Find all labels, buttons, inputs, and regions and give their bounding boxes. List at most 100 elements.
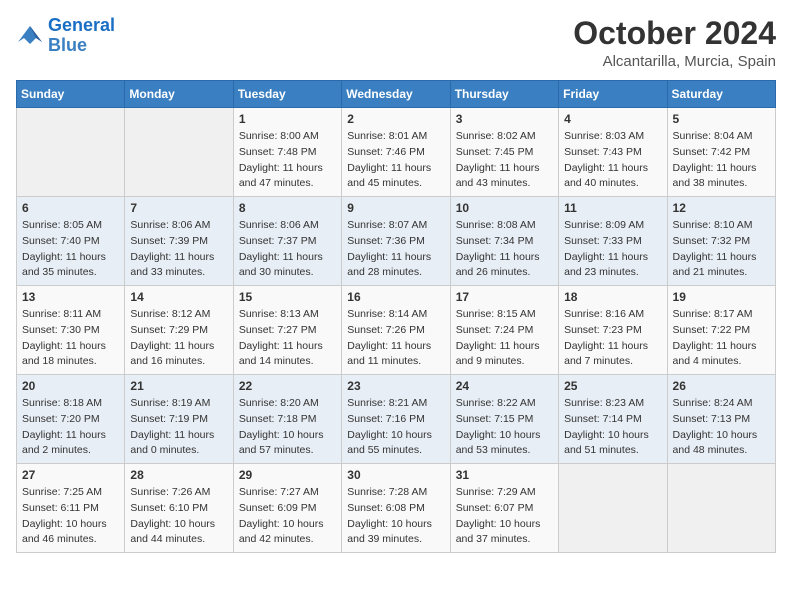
calendar-cell: 30Sunrise: 7:28 AMSunset: 6:08 PMDayligh… <box>342 464 450 553</box>
day-number: 6 <box>22 201 119 215</box>
day-number: 1 <box>239 112 336 126</box>
weekday-header: Wednesday <box>342 81 450 108</box>
calendar: SundayMondayTuesdayWednesdayThursdayFrid… <box>16 80 776 553</box>
weekday-header: Monday <box>125 81 233 108</box>
calendar-cell: 15 Sunrise: 8:13 AMSunset: 7:27 PMDayligh… <box>233 286 341 375</box>
day-number: 14 <box>130 290 227 304</box>
calendar-week-row: 13 Sunrise: 8:11 AMSunset: 7:30 PMDayligh… <box>17 286 776 375</box>
day-number: 8 <box>239 201 336 215</box>
calendar-week-row: 6Sunrise: 8:05 AMSunset: 7:40 PMDaylight… <box>17 197 776 286</box>
calendar-cell: 4 Sunrise: 8:03 AMSunset: 7:43 PMDaylight… <box>559 108 667 197</box>
day-number: 19 <box>673 290 770 304</box>
day-number: 16 <box>347 290 444 304</box>
day-info: Sunrise: 8:24 AMSunset: 7:13 PMDaylight:… <box>673 396 770 459</box>
calendar-week-row: 1 Sunrise: 8:00 AMSunset: 7:48 PMDaylight… <box>17 108 776 197</box>
calendar-cell: 16 Sunrise: 8:14 AMSunset: 7:26 PMDayligh… <box>342 286 450 375</box>
day-info: Sunrise: 8:15 AMSunset: 7:24 PMDaylight:… <box>456 307 553 370</box>
day-info: Sunrise: 8:00 AMSunset: 7:48 PMDaylight:… <box>239 129 336 192</box>
calendar-cell: 23 Sunrise: 8:21 AMSunset: 7:16 PMDayligh… <box>342 375 450 464</box>
calendar-cell: 21Sunrise: 8:19 AMSunset: 7:19 PMDayligh… <box>125 375 233 464</box>
calendar-cell: 9 Sunrise: 8:07 AMSunset: 7:36 PMDaylight… <box>342 197 450 286</box>
weekday-header: Saturday <box>667 81 775 108</box>
day-info: Sunrise: 8:12 AMSunset: 7:29 PMDaylight:… <box>130 307 227 370</box>
day-info: Sunrise: 8:22 AMSunset: 7:15 PMDaylight:… <box>456 396 553 459</box>
calendar-cell: 19 Sunrise: 8:17 AMSunset: 7:22 PMDayligh… <box>667 286 775 375</box>
day-number: 20 <box>22 379 119 393</box>
calendar-cell: 25 Sunrise: 8:23 AMSunset: 7:14 PMDayligh… <box>559 375 667 464</box>
day-number: 21 <box>130 379 227 393</box>
day-number: 31 <box>456 468 553 482</box>
calendar-cell: 2 Sunrise: 8:01 AMSunset: 7:46 PMDaylight… <box>342 108 450 197</box>
calendar-cell: 20Sunrise: 8:18 AMSunset: 7:20 PMDayligh… <box>17 375 125 464</box>
calendar-cell: 7Sunrise: 8:06 AMSunset: 7:39 PMDaylight… <box>125 197 233 286</box>
day-number: 3 <box>456 112 553 126</box>
calendar-cell: 22 Sunrise: 8:20 AMSunset: 7:18 PMDayligh… <box>233 375 341 464</box>
day-info: Sunrise: 8:09 AMSunset: 7:33 PMDaylight:… <box>564 218 661 281</box>
day-info: Sunrise: 8:04 AMSunset: 7:42 PMDaylight:… <box>673 129 770 192</box>
day-number: 4 <box>564 112 661 126</box>
day-info: Sunrise: 8:01 AMSunset: 7:46 PMDaylight:… <box>347 129 444 192</box>
day-info: Sunrise: 8:08 AMSunset: 7:34 PMDaylight:… <box>456 218 553 281</box>
month-title: October 2024 <box>573 16 776 51</box>
calendar-cell: 17 Sunrise: 8:15 AMSunset: 7:24 PMDayligh… <box>450 286 558 375</box>
day-number: 9 <box>347 201 444 215</box>
day-info: Sunrise: 8:14 AMSunset: 7:26 PMDaylight:… <box>347 307 444 370</box>
calendar-cell <box>17 108 125 197</box>
day-info: Sunrise: 8:20 AMSunset: 7:18 PMDaylight:… <box>239 396 336 459</box>
day-number: 13 <box>22 290 119 304</box>
calendar-cell: 3 Sunrise: 8:02 AMSunset: 7:45 PMDaylight… <box>450 108 558 197</box>
day-info: Sunrise: 8:06 AMSunset: 7:37 PMDaylight:… <box>239 218 336 281</box>
day-number: 11 <box>564 201 661 215</box>
day-number: 29 <box>239 468 336 482</box>
day-info: Sunrise: 7:29 AMSunset: 6:07 PMDaylight:… <box>456 485 553 548</box>
day-info: Sunrise: 8:16 AMSunset: 7:23 PMDaylight:… <box>564 307 661 370</box>
day-info: Sunrise: 8:10 AMSunset: 7:32 PMDaylight:… <box>673 218 770 281</box>
day-info: Sunrise: 8:06 AMSunset: 7:39 PMDaylight:… <box>130 218 227 281</box>
title-block: October 2024 Alcantarilla, Murcia, Spain <box>573 16 776 70</box>
calendar-cell: 12 Sunrise: 8:10 AMSunset: 7:32 PMDayligh… <box>667 197 775 286</box>
calendar-cell: 14 Sunrise: 8:12 AMSunset: 7:29 PMDayligh… <box>125 286 233 375</box>
weekday-header-row: SundayMondayTuesdayWednesdayThursdayFrid… <box>17 81 776 108</box>
calendar-cell: 31 Sunrise: 7:29 AMSunset: 6:07 PMDayligh… <box>450 464 558 553</box>
logo-icon <box>16 22 44 50</box>
day-info: Sunrise: 8:13 AMSunset: 7:27 PMDaylight:… <box>239 307 336 370</box>
day-info: Sunrise: 8:03 AMSunset: 7:43 PMDaylight:… <box>564 129 661 192</box>
day-info: Sunrise: 7:27 AMSunset: 6:09 PMDaylight:… <box>239 485 336 548</box>
calendar-cell: 27Sunrise: 7:25 AMSunset: 6:11 PMDayligh… <box>17 464 125 553</box>
location: Alcantarilla, Murcia, Spain <box>573 53 776 70</box>
calendar-cell <box>559 464 667 553</box>
calendar-cell <box>667 464 775 553</box>
day-info: Sunrise: 7:25 AMSunset: 6:11 PMDaylight:… <box>22 485 119 548</box>
day-info: Sunrise: 7:28 AMSunset: 6:08 PMDaylight:… <box>347 485 444 548</box>
calendar-week-row: 20Sunrise: 8:18 AMSunset: 7:20 PMDayligh… <box>17 375 776 464</box>
calendar-cell: 29 Sunrise: 7:27 AMSunset: 6:09 PMDayligh… <box>233 464 341 553</box>
day-number: 22 <box>239 379 336 393</box>
day-number: 2 <box>347 112 444 126</box>
day-number: 23 <box>347 379 444 393</box>
day-number: 25 <box>564 379 661 393</box>
day-info: Sunrise: 8:11 AMSunset: 7:30 PMDaylight:… <box>22 307 119 370</box>
calendar-cell: 26 Sunrise: 8:24 AMSunset: 7:13 PMDayligh… <box>667 375 775 464</box>
day-number: 17 <box>456 290 553 304</box>
day-info: Sunrise: 8:02 AMSunset: 7:45 PMDaylight:… <box>456 129 553 192</box>
day-info: Sunrise: 8:07 AMSunset: 7:36 PMDaylight:… <box>347 218 444 281</box>
day-info: Sunrise: 8:23 AMSunset: 7:14 PMDaylight:… <box>564 396 661 459</box>
calendar-cell: 6Sunrise: 8:05 AMSunset: 7:40 PMDaylight… <box>17 197 125 286</box>
logo: General Blue <box>16 16 115 56</box>
calendar-cell: 18 Sunrise: 8:16 AMSunset: 7:23 PMDayligh… <box>559 286 667 375</box>
page-header: General Blue October 2024 Alcantarilla, … <box>16 16 776 70</box>
calendar-cell <box>125 108 233 197</box>
calendar-cell: 24 Sunrise: 8:22 AMSunset: 7:15 PMDayligh… <box>450 375 558 464</box>
day-info: Sunrise: 8:17 AMSunset: 7:22 PMDaylight:… <box>673 307 770 370</box>
day-number: 24 <box>456 379 553 393</box>
calendar-cell: 28Sunrise: 7:26 AMSunset: 6:10 PMDayligh… <box>125 464 233 553</box>
weekday-header: Tuesday <box>233 81 341 108</box>
day-number: 26 <box>673 379 770 393</box>
day-number: 10 <box>456 201 553 215</box>
calendar-week-row: 27Sunrise: 7:25 AMSunset: 6:11 PMDayligh… <box>17 464 776 553</box>
logo-blue: Blue <box>48 35 87 55</box>
day-number: 12 <box>673 201 770 215</box>
day-info: Sunrise: 8:21 AMSunset: 7:16 PMDaylight:… <box>347 396 444 459</box>
day-number: 18 <box>564 290 661 304</box>
day-number: 15 <box>239 290 336 304</box>
